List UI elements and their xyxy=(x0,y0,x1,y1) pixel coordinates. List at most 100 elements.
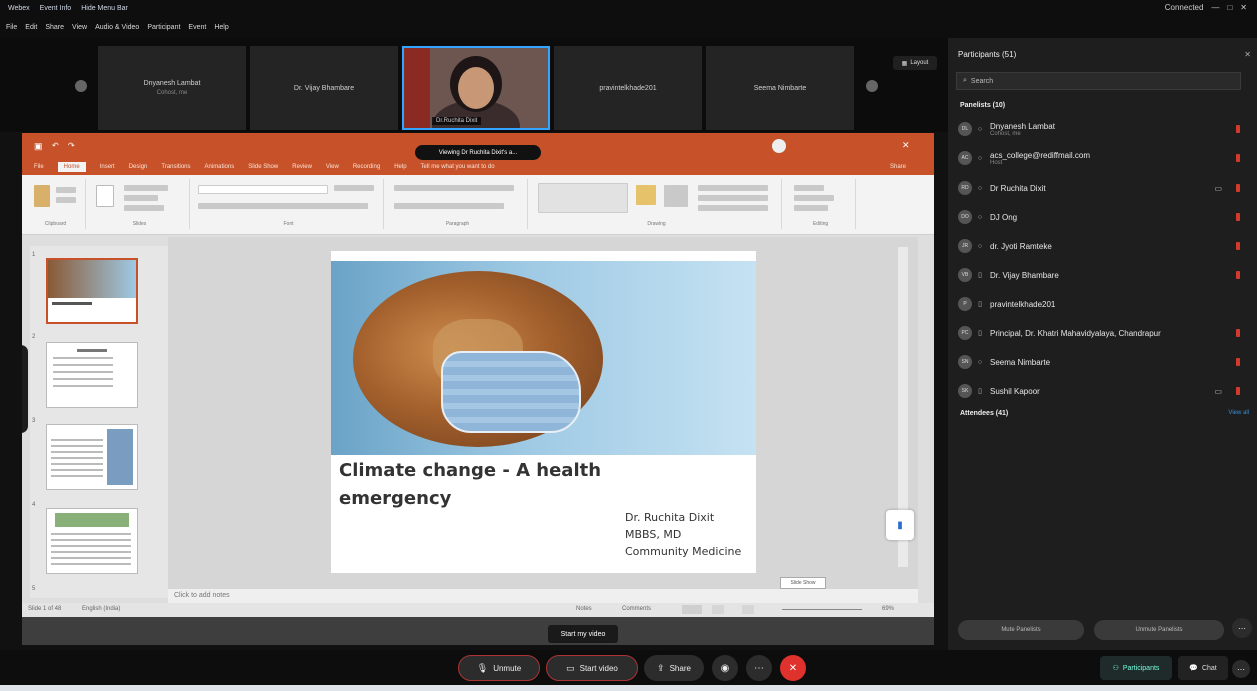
participant-row[interactable]: AC ○ acs_college@rediffmail.com Host xyxy=(958,147,1248,169)
redo-icon[interactable]: ↷ xyxy=(68,141,75,150)
arrange-icon[interactable] xyxy=(636,185,656,205)
tab-transitions[interactable]: Transitions xyxy=(161,164,190,170)
viewing-indicator[interactable]: Viewing Dr Ruchita Dixit's a... xyxy=(415,145,541,160)
participant-row[interactable]: RD ○ Dr Ruchita Dixit ▭ xyxy=(958,177,1248,199)
tell-me-search[interactable]: Tell me what you want to do xyxy=(421,164,495,170)
menu-event[interactable]: Event xyxy=(188,24,206,31)
participants-button[interactable]: ⚇ Participants xyxy=(1100,656,1172,680)
overflow-menu-icon[interactable]: ⋯ xyxy=(1232,660,1250,678)
video-tile[interactable]: Seema Nimbarte xyxy=(706,46,854,130)
event-info-menu[interactable]: Event Info xyxy=(40,5,72,12)
start-video-button[interactable]: ▭ Start video xyxy=(546,655,638,681)
hide-menu-bar[interactable]: Hide Menu Bar xyxy=(81,5,128,12)
font-size-box[interactable] xyxy=(334,185,374,191)
video-tile[interactable]: Dnyanesh Lambat Cohost, me xyxy=(98,46,246,130)
close-button[interactable]: ✕ xyxy=(1240,3,1247,12)
mic-icon[interactable]: ○ xyxy=(976,214,984,221)
ppt-close-icon[interactable]: ✕ xyxy=(902,140,910,151)
shape-fill-button[interactable] xyxy=(698,185,768,191)
tab-help[interactable]: Help xyxy=(394,164,406,170)
menu-edit[interactable]: Edit xyxy=(25,24,37,31)
undo-icon[interactable]: ↶ xyxy=(52,141,59,150)
font-family-box[interactable] xyxy=(198,185,328,194)
slide-thumbnail[interactable] xyxy=(46,258,138,324)
shape-effects-button[interactable] xyxy=(698,205,768,211)
reading-view-icon[interactable] xyxy=(742,605,754,614)
mic-icon[interactable]: ○ xyxy=(976,185,984,192)
list-buttons[interactable] xyxy=(394,185,514,191)
replace-button[interactable] xyxy=(794,195,834,201)
bookmark-icon[interactable]: ▮ xyxy=(886,510,914,540)
app-name[interactable]: Webex xyxy=(8,5,30,12)
leave-meeting-icon[interactable]: ✕ xyxy=(780,655,806,681)
font-format-buttons[interactable] xyxy=(198,203,368,209)
mic-icon[interactable]: ○ xyxy=(976,155,984,162)
panel-close-icon[interactable]: ✕ xyxy=(1244,50,1251,59)
tab-design[interactable]: Design xyxy=(129,164,148,170)
slide-thumbnail[interactable] xyxy=(46,424,138,490)
comments-button[interactable]: Comments xyxy=(622,606,651,612)
user-avatar[interactable] xyxy=(772,139,786,153)
menu-participant[interactable]: Participant xyxy=(147,24,180,31)
find-button[interactable] xyxy=(794,185,824,191)
quick-styles-button[interactable] xyxy=(664,185,688,207)
maximize-button[interactable]: □ xyxy=(1227,3,1232,12)
participant-row[interactable]: DL ○ Dnyanesh Lambat Cohost, me xyxy=(958,118,1248,140)
participant-search[interactable]: ⌕ Search xyxy=(956,72,1241,90)
video-tile[interactable]: pravintelkhade201 xyxy=(554,46,702,130)
slide-thumbnail[interactable] xyxy=(46,342,138,408)
shape-outline-button[interactable] xyxy=(698,195,768,201)
share-button[interactable]: ⇪ Share xyxy=(644,655,704,681)
minimize-button[interactable]: — xyxy=(1211,3,1219,12)
layout-dropdown[interactable] xyxy=(124,185,168,191)
view-all-link[interactable]: View all xyxy=(1228,410,1249,416)
shapes-gallery[interactable] xyxy=(538,183,628,213)
layout-button[interactable]: ▦ Layout xyxy=(893,56,937,70)
participant-row[interactable]: SK ▯ Sushil Kapoor ▭ xyxy=(958,380,1248,402)
tab-slide-show[interactable]: Slide Show xyxy=(248,164,278,170)
menu-help[interactable]: Help xyxy=(214,24,228,31)
tab-insert[interactable]: Insert xyxy=(100,164,115,170)
participant-row[interactable]: PC ▯ Principal, Dr. Khatri Mahavidyalaya… xyxy=(958,322,1248,344)
strip-prev-button[interactable] xyxy=(75,80,87,92)
mic-icon[interactable]: ○ xyxy=(976,243,984,250)
record-icon[interactable]: ◉ xyxy=(712,655,738,681)
more-icon[interactable]: ⋯ xyxy=(746,655,772,681)
language-status[interactable]: English (India) xyxy=(82,606,120,612)
more-options-icon[interactable]: ⋯ xyxy=(1232,618,1252,638)
notes-button[interactable]: Notes xyxy=(576,606,592,612)
mute-panelists-button[interactable]: Mute Panelists xyxy=(958,620,1084,640)
tab-review[interactable]: Review xyxy=(292,164,312,170)
active-speaker-tile[interactable]: Dr.Ruchita Dixit xyxy=(402,46,550,130)
zoom-level[interactable]: 69% xyxy=(882,606,894,612)
select-button[interactable] xyxy=(794,205,828,211)
unmute-panelists-button[interactable]: Unmute Panelists xyxy=(1094,620,1224,640)
current-slide[interactable]: Climate change - A health emergency Dr. … xyxy=(331,251,756,573)
align-buttons[interactable] xyxy=(394,203,504,209)
zoom-slider[interactable] xyxy=(782,609,862,610)
save-icon[interactable]: ▣ xyxy=(34,141,43,152)
tab-view[interactable]: View xyxy=(326,164,339,170)
video-tile[interactable]: Dr. Vijay Bhambare xyxy=(250,46,398,130)
sections-dropdown[interactable] xyxy=(124,205,164,211)
reset-button[interactable] xyxy=(124,195,158,201)
menu-file[interactable]: File xyxy=(6,24,17,31)
annotation-toolbar[interactable] xyxy=(22,345,28,433)
mic-icon[interactable]: ▯ xyxy=(976,271,984,279)
menu-audio-video[interactable]: Audio & Video xyxy=(95,24,139,31)
strip-next-button[interactable] xyxy=(866,80,878,92)
participant-row[interactable]: P ▯ pravintelkhade201 xyxy=(958,293,1248,315)
panelists-header[interactable]: Panelists (10) xyxy=(960,102,1005,109)
new-slide-icon[interactable] xyxy=(96,185,114,207)
menu-share[interactable]: Share xyxy=(45,24,64,31)
mic-icon[interactable]: ○ xyxy=(976,126,984,133)
tab-animations[interactable]: Animations xyxy=(205,164,235,170)
tab-recording[interactable]: Recording xyxy=(353,164,380,170)
sorter-view-icon[interactable] xyxy=(712,605,724,614)
menu-view[interactable]: View xyxy=(72,24,87,31)
notes-pane[interactable]: Click to add notes xyxy=(168,589,918,603)
participant-row[interactable]: SN ○ Seema Nimbarte xyxy=(958,351,1248,373)
tab-file[interactable]: File xyxy=(34,164,44,170)
unmute-button[interactable]: 🎙 Unmute xyxy=(458,655,540,681)
mic-icon[interactable]: ○ xyxy=(976,359,984,366)
